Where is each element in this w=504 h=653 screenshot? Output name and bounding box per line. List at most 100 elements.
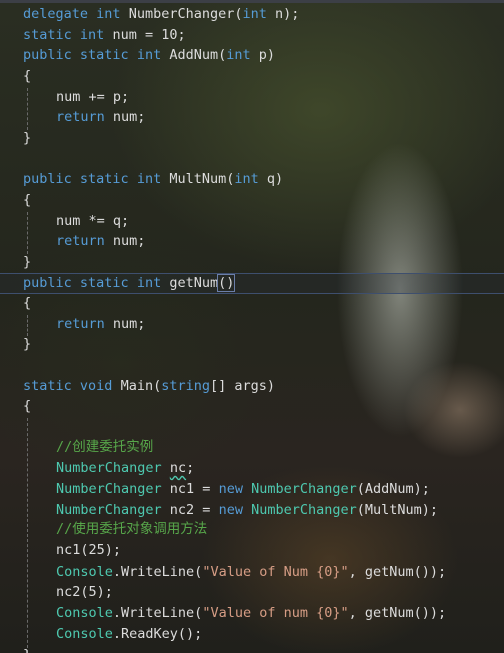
type-name: Console [56,626,113,642]
code-line-comment[interactable]: //创建委托实例 [56,437,153,458]
code-text: , getNum()); [348,564,447,580]
unused-variable-squiggle: nc [169,460,187,476]
brace: } [23,130,32,146]
code-text: num; [104,109,146,125]
code-line-brace[interactable]: { [23,396,31,417]
keyword: string [161,378,210,394]
code-text: .WriteLine( [112,605,203,621]
code-text: nc2(5); [56,584,113,600]
code-line-multnum-signature[interactable]: public static int MultNum(int q) [23,169,283,190]
code-line-readkey[interactable]: Console.ReadKey(); [56,624,202,645]
identifier: AddNum( [161,47,227,63]
keyword: int [234,171,259,187]
brace: } [23,647,31,653]
string-literal: "Value of Num {0}" [202,564,349,580]
brace: } [23,254,32,270]
code-line-call-nc1[interactable]: nc1(25); [56,540,121,561]
code-line-statement[interactable]: num *= q; [56,211,129,232]
code-line-brace[interactable]: } [23,334,31,355]
keyword: int [96,6,121,22]
identifier: getNum [161,275,219,291]
code-line-brace[interactable]: } [23,252,31,273]
code-text: ; [186,460,195,476]
type-name: NumberChanger [56,460,162,476]
code-text: nc1(25); [56,542,122,558]
keyword: void [79,378,113,394]
type-name: NumberChanger [56,502,162,518]
code-text: q) [258,171,284,187]
type-name: NumberChanger [56,481,162,497]
keyword: public [23,171,72,187]
code-line-comment[interactable]: //使用委托对象调用方法 [56,519,207,540]
code-text: .WriteLine( [112,564,203,580]
keyword: int [136,47,162,63]
code-line-brace[interactable]: { [23,66,31,87]
comment: //使用委托对象调用方法 [56,521,208,537]
code-line-brace[interactable]: { [23,190,31,211]
code-line-delegate[interactable]: delegate int NumberChanger(int n); [23,4,299,25]
keyword: int [79,27,105,43]
brace: { [23,295,32,311]
code-line-writeline[interactable]: Console.WriteLine("Value of num {0}", ge… [56,603,446,624]
keyword: return [56,316,105,332]
code-line-call-nc2[interactable]: nc2(5); [56,582,113,603]
brace-match-highlight: () [217,274,236,292]
code-line-brace[interactable]: } [23,645,31,653]
identifier: MultNum( [161,171,235,187]
indent-guide [27,212,28,254]
code-text: [] args) [210,378,276,394]
code-text: num; [104,316,146,332]
code-line-num-field[interactable]: static int num = 10; [23,25,186,46]
code-text: nc1 = [161,481,219,497]
keyword: static [79,171,129,187]
keyword: static [23,378,72,394]
code-line-addnum-signature[interactable]: public static int AddNum(int p) [23,45,275,66]
code-line-return[interactable]: return num; [56,107,145,128]
code-line-create-nc1[interactable]: NumberChanger nc1 = new NumberChanger(Ad… [56,479,430,500]
keyword: static [23,27,72,43]
keyword: return [56,109,105,125]
type-name: Console [56,605,113,621]
brace: { [23,398,32,414]
code-line-create-nc2[interactable]: NumberChanger nc2 = new NumberChanger(Mu… [56,500,438,521]
keyword: static [79,275,129,291]
code-line-return[interactable]: return num; [56,314,145,335]
indent-guide [27,315,28,336]
code-text: num; [104,233,146,249]
keyword: new [218,481,243,497]
code-line-writeline[interactable]: Console.WriteLine("Value of Num {0}", ge… [56,562,446,583]
code-line-declare-nc[interactable]: NumberChanger nc; [56,458,194,479]
string-literal: "Value of num {0}" [202,605,349,621]
code-text: .ReadKey(); [112,626,203,642]
comment: //创建委托实例 [56,439,154,455]
code-text: (MultNum); [356,502,439,518]
brace: } [23,336,32,352]
keyword: new [218,502,243,518]
keyword: int [242,6,267,22]
code-line-statement[interactable]: num += p; [56,87,129,108]
identifier: Main( [112,378,162,394]
code-text: (AddNum); [356,481,430,497]
code-text: num = 10; [104,27,186,43]
brace: { [23,68,32,84]
keyword: return [56,233,105,249]
keyword: public [23,47,72,63]
brace: { [23,192,32,208]
code-line-main-signature[interactable]: static void Main(string[] args) [23,376,275,397]
indent-guide [27,88,28,130]
type-name: NumberChanger [251,481,357,497]
keyword: delegate [23,6,89,22]
code-text: num *= q; [56,213,130,229]
code-line-brace[interactable]: { [23,293,31,314]
code-editor[interactable]: delegate int NumberChanger(int n); stati… [0,0,504,653]
type-name: NumberChanger [251,502,357,518]
keyword: int [136,171,162,187]
code-line-getnum-signature[interactable]: public static int getNum() [23,273,236,294]
code-text: nc2 = [161,502,219,518]
code-line-return[interactable]: return num; [56,231,145,252]
code-text: n); [266,6,300,22]
code-line-brace[interactable]: } [23,128,31,149]
indent-guide [27,418,28,653]
keyword: public [23,275,72,291]
code-text: , getNum()); [348,605,447,621]
